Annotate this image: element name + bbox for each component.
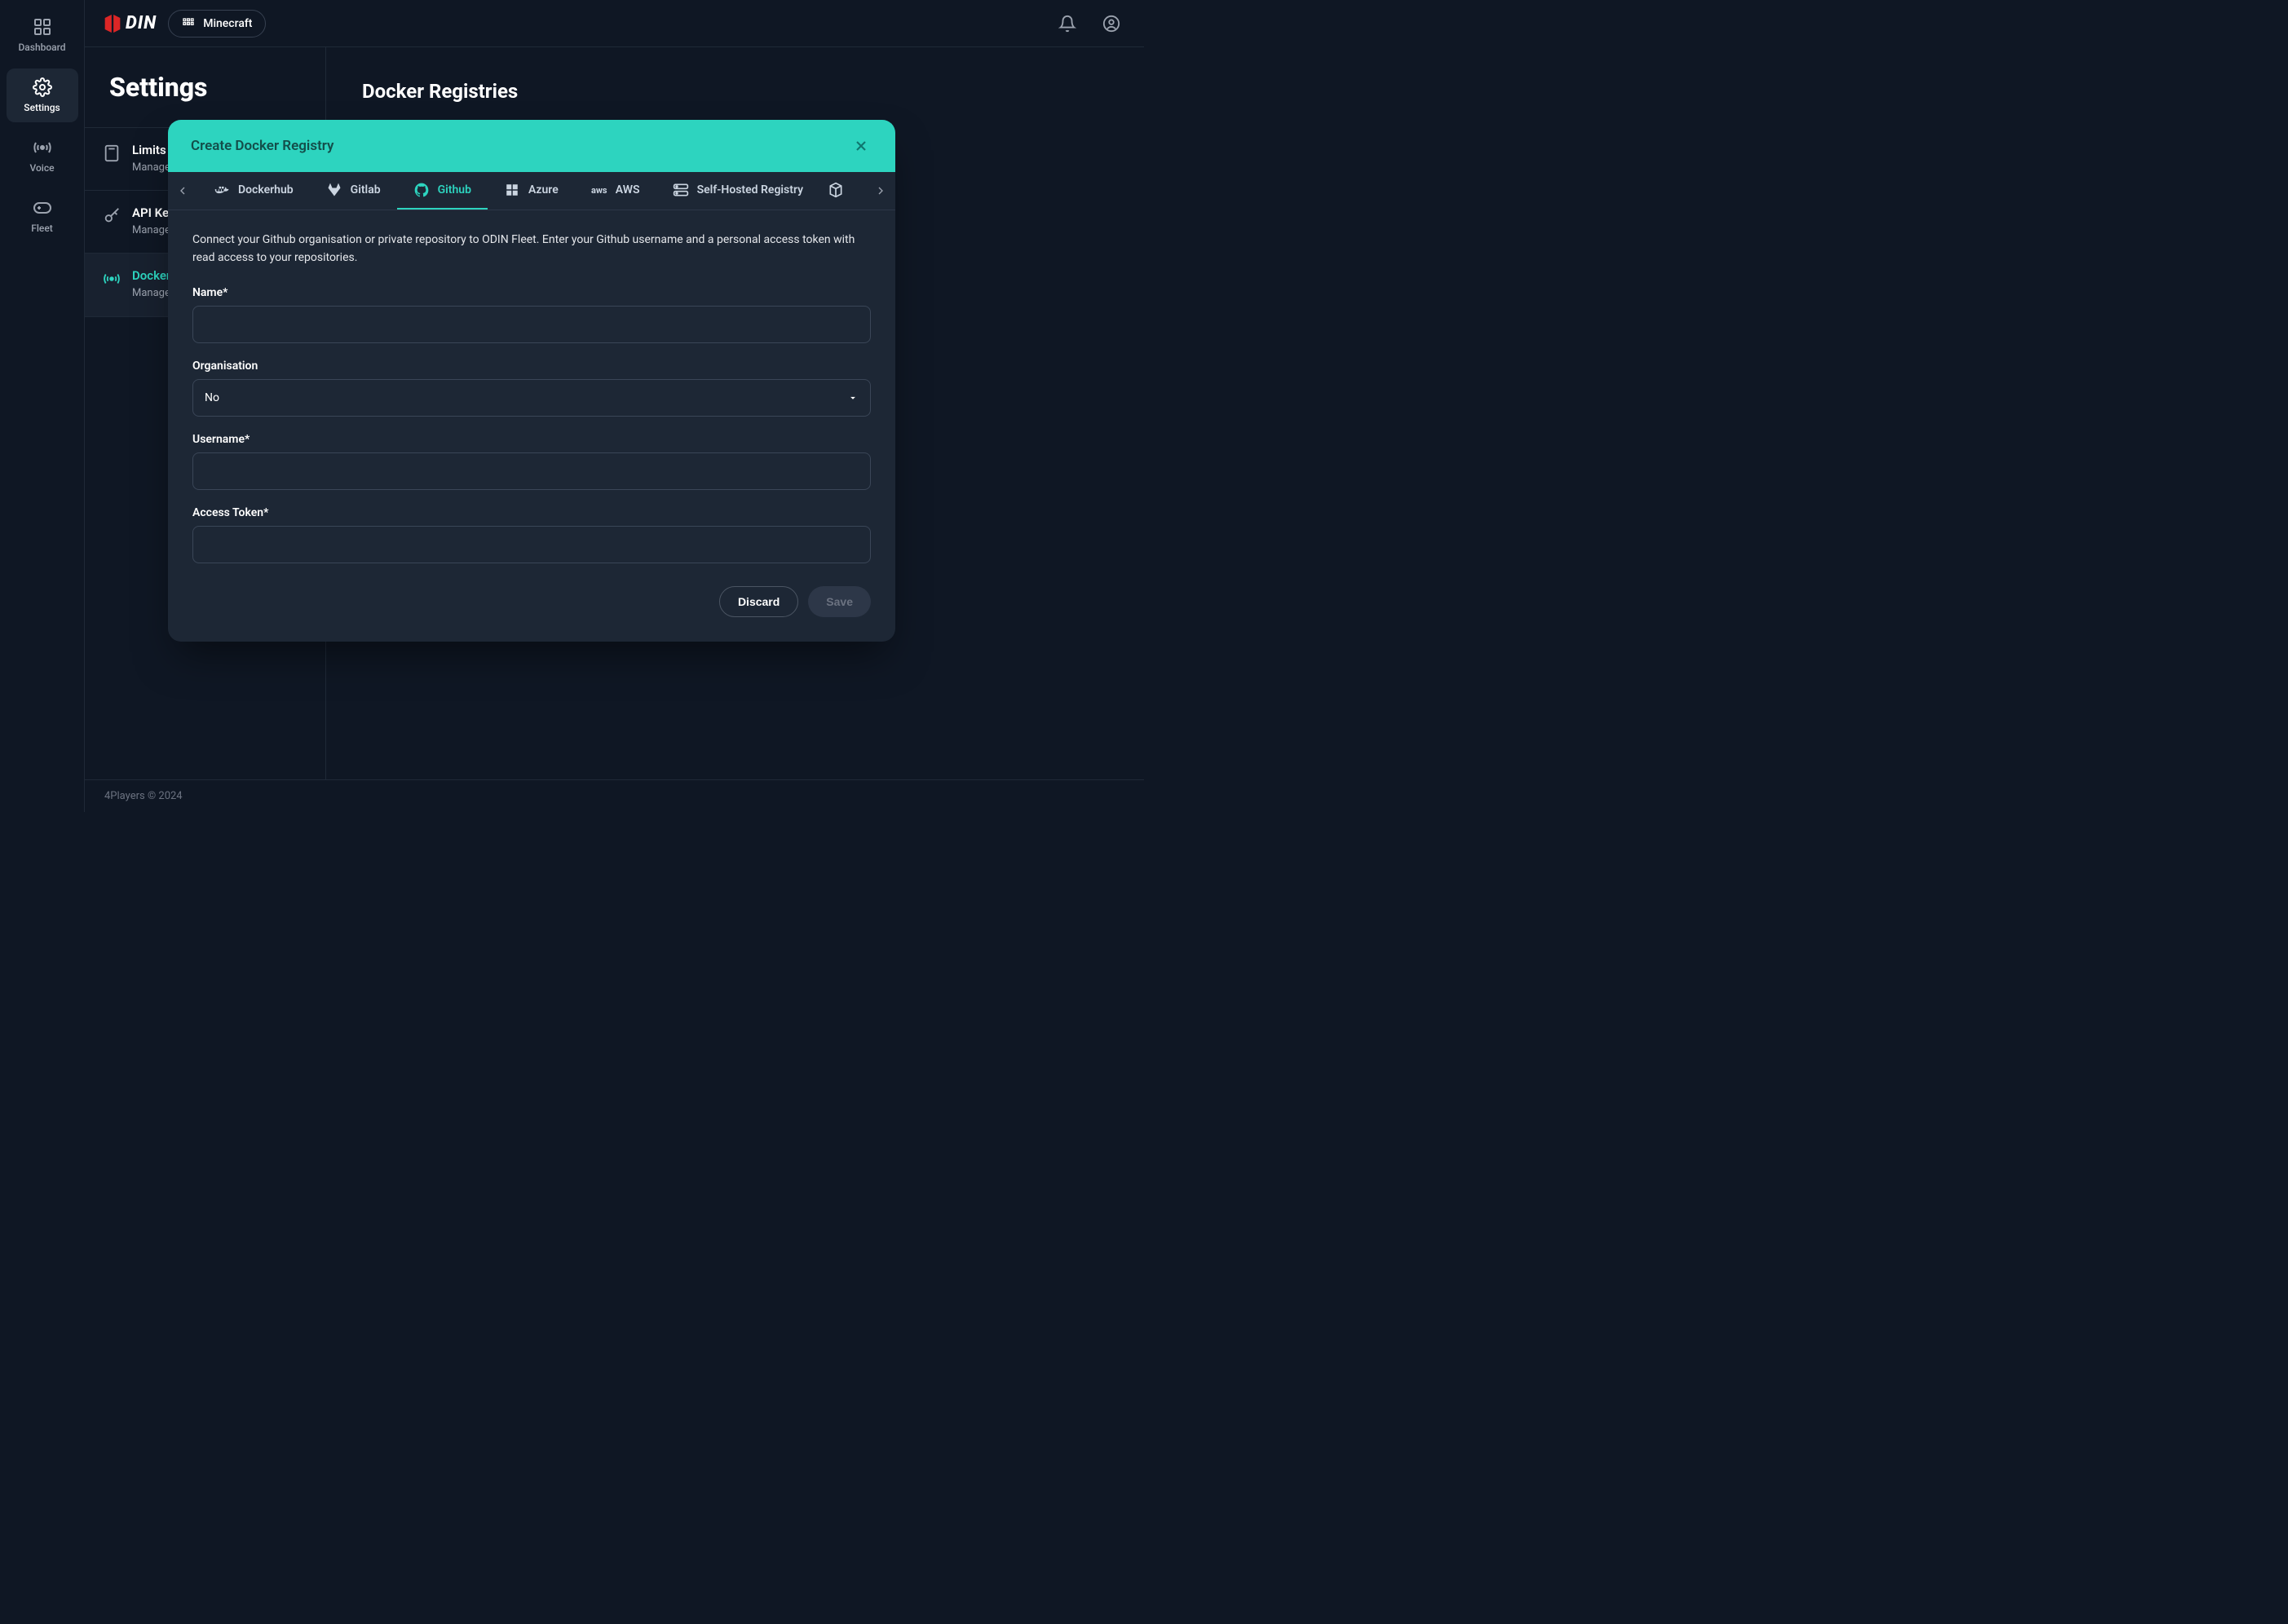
user-circle-icon bbox=[1102, 15, 1120, 33]
broadcast-icon bbox=[33, 138, 52, 157]
tab-github[interactable]: Github bbox=[397, 172, 488, 210]
field-name: Name* bbox=[192, 286, 871, 343]
name-label: Name* bbox=[192, 286, 871, 299]
tabs-scroll-left[interactable] bbox=[168, 173, 197, 209]
username-input[interactable] bbox=[192, 452, 871, 490]
tab-label: Azure bbox=[528, 183, 559, 196]
tab-label: Dockerhub bbox=[238, 183, 294, 196]
field-organisation: Organisation No bbox=[192, 360, 871, 417]
sidebar-item-label: Settings bbox=[24, 102, 60, 113]
modal-body: Connect your Github organisation or priv… bbox=[168, 210, 895, 642]
topbar: DIN Minecraft bbox=[85, 0, 1144, 47]
tab-dockerhub[interactable]: Dockerhub bbox=[197, 172, 310, 210]
server-icon bbox=[673, 182, 689, 198]
azure-icon bbox=[504, 182, 520, 198]
broadcast-icon bbox=[103, 270, 121, 288]
tab-label: AWS bbox=[616, 183, 640, 196]
tab-azure[interactable]: Azure bbox=[488, 172, 575, 210]
token-label: Access Token* bbox=[192, 506, 871, 519]
sidebar-item-label: Voice bbox=[29, 162, 54, 174]
bell-icon bbox=[1058, 15, 1076, 33]
account-button[interactable] bbox=[1095, 7, 1128, 40]
footer: 4Players © 2024 bbox=[85, 779, 1144, 812]
tab-more[interactable] bbox=[819, 172, 852, 210]
organisation-label: Organisation bbox=[192, 360, 871, 373]
sidebar-item-dashboard[interactable]: Dashboard bbox=[7, 8, 78, 62]
app-selector[interactable]: Minecraft bbox=[168, 10, 266, 38]
tab-selfhosted[interactable]: Self-Hosted Registry bbox=[656, 172, 820, 210]
modal-title: Create Docker Registry bbox=[191, 138, 334, 154]
close-button[interactable] bbox=[850, 135, 872, 157]
logo[interactable]: DIN bbox=[101, 12, 157, 35]
sidebar-item-fleet[interactable]: Fleet bbox=[7, 189, 78, 243]
username-label: Username* bbox=[192, 433, 871, 446]
tabs-container: Dockerhub Gitlab Github Azure bbox=[168, 172, 895, 210]
calculator-icon bbox=[103, 144, 121, 162]
footer-text: 4Players © 2024 bbox=[104, 790, 183, 802]
tabs: Dockerhub Gitlab Github Azure bbox=[197, 172, 866, 210]
sidebar-item-voice[interactable]: Voice bbox=[7, 129, 78, 183]
create-registry-modal: Create Docker Registry Dockerhub bbox=[168, 120, 895, 642]
dashboard-icon bbox=[33, 17, 52, 37]
save-button[interactable]: Save bbox=[808, 586, 871, 617]
tab-label: Self-Hosted Registry bbox=[697, 183, 804, 196]
name-input[interactable] bbox=[192, 306, 871, 343]
content-title: Docker Registries bbox=[362, 80, 1108, 103]
chevron-right-icon bbox=[874, 184, 887, 197]
gear-icon bbox=[33, 77, 52, 97]
key-icon bbox=[103, 207, 121, 225]
package-icon bbox=[828, 182, 844, 198]
sidebar-item-label: Dashboard bbox=[18, 42, 65, 53]
tab-label: Gitlab bbox=[351, 183, 381, 196]
docker-icon bbox=[214, 182, 230, 198]
aws-icon: aws bbox=[591, 182, 607, 198]
tab-gitlab[interactable]: Gitlab bbox=[310, 172, 397, 210]
organisation-value: No bbox=[205, 391, 219, 404]
modal-actions: Discard Save bbox=[192, 586, 871, 617]
field-token: Access Token* bbox=[192, 506, 871, 563]
logo-icon bbox=[101, 12, 124, 35]
app-name: Minecraft bbox=[203, 17, 252, 30]
organisation-select[interactable]: No bbox=[192, 379, 871, 417]
github-icon bbox=[413, 182, 430, 198]
grid-icon bbox=[182, 17, 195, 30]
brand-text: DIN bbox=[126, 13, 157, 33]
close-icon bbox=[853, 138, 869, 154]
sidebar-item-label: Fleet bbox=[31, 223, 53, 234]
tab-label: Github bbox=[438, 183, 471, 196]
tabs-scroll-right[interactable] bbox=[866, 173, 895, 209]
token-input[interactable] bbox=[192, 526, 871, 563]
modal-desc: Connect your Github organisation or priv… bbox=[192, 232, 871, 267]
sidebar-item-settings[interactable]: Settings bbox=[7, 68, 78, 122]
page-title: Settings bbox=[85, 47, 325, 127]
tab-aws[interactable]: aws AWS bbox=[575, 172, 656, 210]
gamepad-icon bbox=[33, 198, 52, 218]
discard-button[interactable]: Discard bbox=[719, 586, 798, 617]
gitlab-icon bbox=[326, 182, 342, 198]
chevron-down-icon bbox=[847, 392, 859, 404]
chevron-left-icon bbox=[176, 184, 189, 197]
modal-header: Create Docker Registry bbox=[168, 120, 895, 172]
sidebar: Dashboard Settings Voice Fleet bbox=[0, 0, 85, 812]
field-username: Username* bbox=[192, 433, 871, 490]
notifications-button[interactable] bbox=[1051, 7, 1084, 40]
